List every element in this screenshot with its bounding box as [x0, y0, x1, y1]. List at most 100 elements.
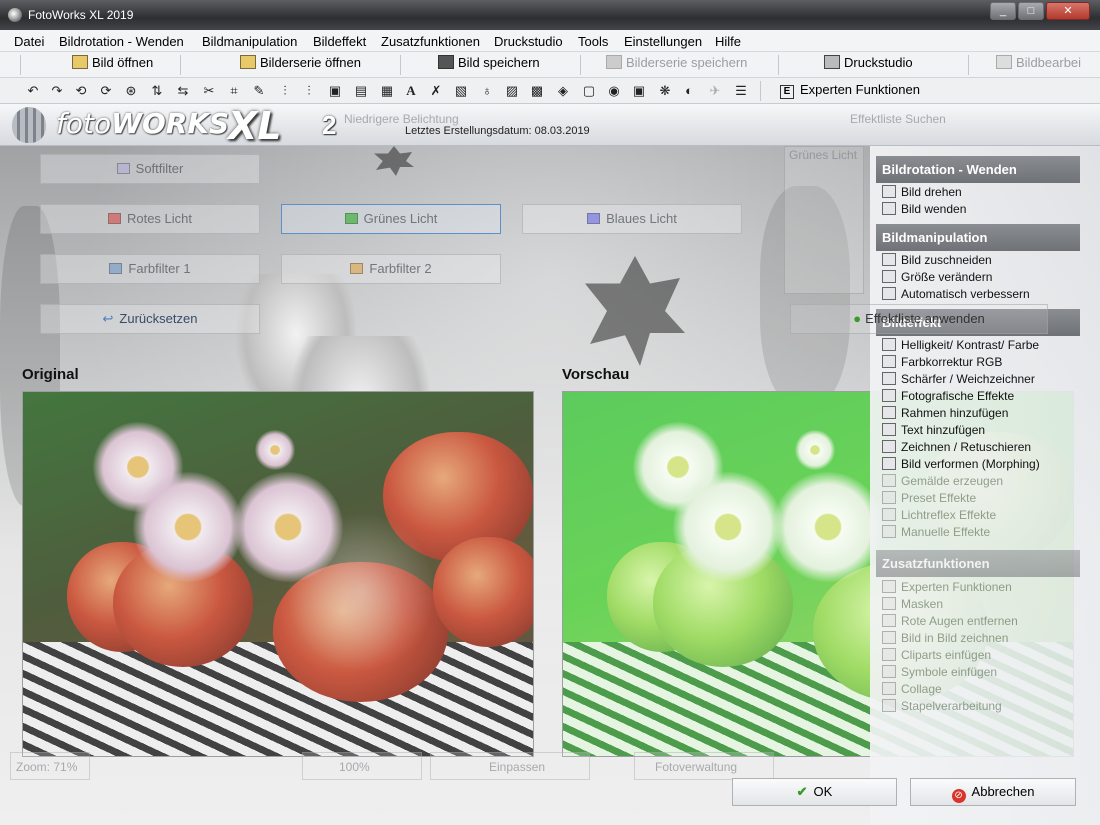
mirror-icon[interactable]: ⇆	[174, 82, 192, 100]
created-date: Letztes Erstellungsdatum: 08.03.2019	[405, 125, 590, 137]
sidebar-item-zuschneiden[interactable]: Bild zuschneiden	[882, 253, 992, 270]
save-image-button[interactable]: Bild speichern	[438, 55, 540, 75]
close-button[interactable]: ✕	[1046, 2, 1090, 20]
separator	[778, 55, 779, 75]
menu-druckstudio[interactable]: Druckstudio	[494, 34, 563, 49]
color-filter-1-button[interactable]: Farbfilter 1	[40, 254, 260, 284]
draw-icon[interactable]: ✗	[427, 82, 445, 100]
sidebar-item-helligkeit[interactable]: Helligkeit/ Kontrast/ Farbe	[882, 338, 1039, 355]
print-studio-button[interactable]: Druckstudio	[824, 55, 913, 75]
menu-bildrotation[interactable]: Bildrotation - Wenden	[59, 34, 184, 49]
sidebar-item-symbole[interactable]: Symbole einfügen	[882, 665, 997, 682]
preset-icon[interactable]: ▨	[503, 82, 521, 100]
open-series-button[interactable]: Bilderserie öffnen	[240, 55, 361, 75]
sidebar-item-collage[interactable]: Collage	[882, 682, 942, 699]
sidebar-item-rahmen[interactable]: Rahmen hinzufügen	[882, 406, 1008, 423]
printer-icon	[824, 55, 840, 69]
photo-effects-icon[interactable]: ▤	[352, 82, 370, 100]
expert-icon	[882, 580, 896, 593]
sidebar-item-stapel[interactable]: Stapelverarbeitung	[882, 699, 1002, 716]
scissors-icon[interactable]: ✂	[200, 82, 218, 100]
zoom-100-button[interactable]: 100%	[302, 752, 422, 780]
morph-icon[interactable]: ▧	[452, 82, 470, 100]
blue-light-icon	[587, 213, 601, 224]
menu-datei[interactable]: Datei	[14, 34, 44, 49]
clipart-icon[interactable]: ❋	[656, 82, 674, 100]
sidebar-item-automatisch[interactable]: Automatisch verbessern	[882, 287, 1030, 304]
section-zusatzfunktionen[interactable]: Zusatzfunktionen	[876, 550, 1080, 577]
light-icon[interactable]: ▩	[528, 82, 546, 100]
text-icon[interactable]: A	[402, 82, 420, 100]
sidebar-item-bild-drehen[interactable]: Bild drehen	[882, 185, 962, 202]
sidebar-item-bild-wenden[interactable]: Bild wenden	[882, 202, 966, 219]
save-series-button[interactable]: Bilderserie speichern	[606, 55, 747, 75]
resize-icon[interactable]: ⌗	[225, 82, 243, 100]
undo-icon: ↩	[102, 311, 114, 326]
rotate-right-icon[interactable]: ↷	[48, 82, 66, 100]
sidebar-item-text[interactable]: Text hinzufügen	[882, 423, 985, 440]
soft-filter-button[interactable]: Softfilter	[40, 154, 260, 184]
sharpen-icon[interactable]: ▣	[326, 82, 344, 100]
color-filter-2-button[interactable]: Farbfilter 2	[281, 254, 501, 284]
sidebar-item-experten[interactable]: Experten Funktionen	[882, 580, 1012, 597]
rgb-icon[interactable]: ⫶	[300, 82, 318, 100]
sidebar-item-schaerfer[interactable]: Schärfer / Weichzeichner	[882, 372, 1035, 389]
menu-einstellungen[interactable]: Einstellungen	[624, 34, 702, 49]
blue-light-button[interactable]: Blaues Licht	[522, 204, 742, 234]
reset-button[interactable]: ↩ Zurücksetzen	[40, 304, 260, 334]
sidebar-item-morphing[interactable]: Bild verformen (Morphing)	[882, 457, 1040, 474]
apply-effect-list-button[interactable]: ● Effektliste anwenden	[790, 304, 1048, 334]
red-eye-icon	[882, 614, 896, 627]
sidebar-item-masken[interactable]: Masken	[882, 597, 943, 614]
sidebar-item-farbkorrektur[interactable]: Farbkorrektur RGB	[882, 355, 1002, 372]
menu-bildeffekt[interactable]: Bildeffekt	[313, 34, 366, 49]
sidebar-item-cliparts[interactable]: Cliparts einfügen	[882, 648, 991, 665]
menu-zusatzfunktionen[interactable]: Zusatzfunktionen	[381, 34, 480, 49]
open-image-button[interactable]: Bild öffnen	[72, 55, 153, 75]
sliders-icon[interactable]: ⫶	[276, 82, 294, 100]
maximize-button[interactable]: □	[1018, 2, 1044, 20]
sidebar-item-gemaelde[interactable]: Gemälde erzeugen	[882, 474, 1003, 491]
flip-icon[interactable]: ⇅	[148, 82, 166, 100]
symbol-icon[interactable]: ◐	[680, 82, 698, 100]
sidebar-item-lichtreflex[interactable]: Lichtreflex Effekte	[882, 508, 996, 525]
wand-icon[interactable]: ✎	[250, 82, 268, 100]
red-light-button[interactable]: Rotes Licht	[40, 204, 260, 234]
sidebar-item-fotografisch[interactable]: Fotografische Effekte	[882, 389, 1014, 406]
ok-button[interactable]: ✔ OK	[732, 778, 897, 806]
sidebar-item-rote-augen[interactable]: Rote Augen entfernen	[882, 614, 1018, 631]
flip-icon	[882, 202, 896, 215]
sidebar-item-groesse[interactable]: Größe verändern	[882, 270, 992, 287]
mask-icon[interactable]: ▢	[580, 82, 598, 100]
manual-effects-icon[interactable]: ◈	[554, 82, 572, 100]
green-light-button[interactable]: Grünes Licht	[281, 204, 501, 234]
image-edit-button[interactable]: Bildbearbei	[996, 55, 1081, 75]
rotate-free-icon[interactable]: ⊛	[122, 82, 140, 100]
turn-left-icon[interactable]: ⟲	[72, 82, 90, 100]
zoom-box: Zoom: 71%	[10, 752, 90, 780]
image-veil	[23, 392, 533, 756]
minimize-button[interactable]: _	[990, 2, 1016, 20]
turn-right-icon[interactable]: ⟳	[97, 82, 115, 100]
photo-manager-button[interactable]: Fotoverwaltung	[634, 752, 774, 780]
section-bildmanipulation[interactable]: Bildmanipulation	[876, 224, 1080, 251]
cancel-button[interactable]: ⊘ Abbrechen	[910, 778, 1076, 806]
draw-icon	[882, 440, 896, 453]
menu-bildmanipulation[interactable]: Bildmanipulation	[202, 34, 297, 49]
red-eye-icon[interactable]: ◉	[605, 82, 623, 100]
batch-icon[interactable]: ☰	[732, 82, 750, 100]
fit-button[interactable]: Einpassen	[430, 752, 590, 780]
sidebar-item-bild-in-bild[interactable]: Bild in Bild zeichnen	[882, 631, 1008, 648]
painting-icon[interactable]: ♁	[478, 82, 496, 100]
picture-in-picture-icon[interactable]: ▣	[630, 82, 648, 100]
sidebar-item-manuell[interactable]: Manuelle Effekte	[882, 525, 990, 542]
section-bildrotation[interactable]: Bildrotation - Wenden	[876, 156, 1080, 183]
menu-hilfe[interactable]: Hilfe	[715, 34, 741, 49]
frame-icon[interactable]: ▦	[378, 82, 396, 100]
sidebar-item-preset[interactable]: Preset Effekte	[882, 491, 976, 508]
menu-tools[interactable]: Tools	[578, 34, 608, 49]
collage-icon[interactable]: ✈	[706, 82, 724, 100]
rotate-left-icon[interactable]: ↶	[24, 82, 42, 100]
sidebar-item-zeichnen[interactable]: Zeichnen / Retuschieren	[882, 440, 1031, 457]
expert-functions-button[interactable]: E Experten Funktionen	[780, 82, 920, 99]
